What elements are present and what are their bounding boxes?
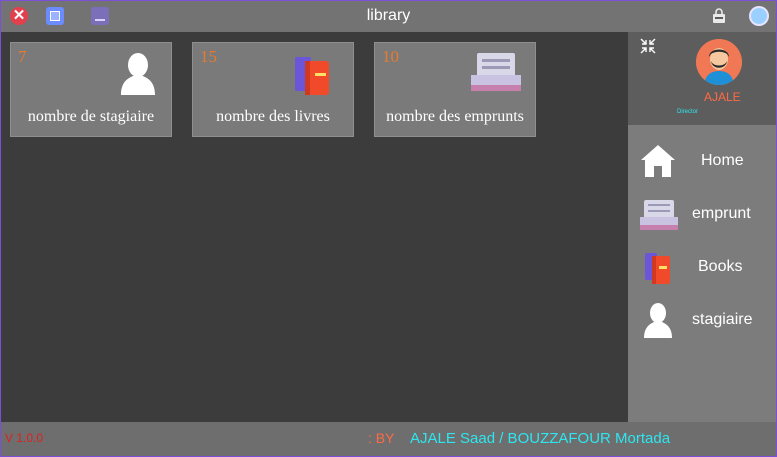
window-title: library <box>366 7 411 24</box>
inbox-tray-icon <box>471 53 521 91</box>
lock-icon[interactable] <box>712 8 726 24</box>
emprunts-count-card[interactable]: 10 nombre des emprunts <box>374 42 536 137</box>
credits-by-label: : BY <box>368 430 395 446</box>
sidebar-item-books[interactable]: Books <box>628 245 776 289</box>
profile-name: AJALE <box>704 90 741 104</box>
inbox-tray-icon <box>640 200 678 230</box>
sidebar-item-label: Books <box>698 258 743 275</box>
stagiaire-count: 7 <box>18 47 27 66</box>
credits-authors: AJALE Saad / BOUZZAFOUR Mortada <box>410 430 671 447</box>
books-icon <box>645 253 670 284</box>
settings-icon[interactable] <box>749 6 769 26</box>
app-window: ✕ library 7 nombre de stagiaire 15 nombr… <box>0 0 777 457</box>
collapse-icon[interactable] <box>640 38 656 54</box>
sidebar-item-emprunt[interactable]: emprunt <box>628 192 776 236</box>
title-bar: ✕ library <box>1 1 776 32</box>
livres-count: 15 <box>200 47 217 66</box>
sidebar-item-home[interactable]: Home <box>628 139 776 183</box>
stagiaire-count-card[interactable]: 7 nombre de stagiaire <box>10 42 172 137</box>
sidebar-item-label: emprunt <box>692 205 751 222</box>
status-footer: V 1.0.0 : BY AJALE Saad / BOUZZAFOUR Mor… <box>1 422 776 456</box>
books-icon <box>295 57 329 95</box>
sidebar: AJALE Director Home emprunt Books stagia… <box>628 32 776 422</box>
stagiaire-card-label: nombre de stagiaire <box>27 108 155 125</box>
livres-count-card[interactable]: 15 nombre des livres <box>192 42 354 137</box>
sidebar-item-stagiaire[interactable]: stagiaire <box>628 298 776 342</box>
profile-panel: AJALE Director <box>628 32 776 125</box>
livres-card-label: nombre des livres <box>216 108 330 125</box>
emprunts-count: 10 <box>382 47 399 66</box>
user-icon <box>121 53 155 95</box>
sidebar-item-label: stagiaire <box>692 311 753 328</box>
user-icon <box>644 303 672 338</box>
emprunts-card-label: nombre des emprunts <box>386 108 524 125</box>
sidebar-item-label: Home <box>701 152 744 169</box>
home-icon <box>641 145 675 177</box>
version-label: V 1.0.0 <box>5 431 44 445</box>
avatar <box>696 39 742 85</box>
profile-role: Director <box>677 109 699 115</box>
